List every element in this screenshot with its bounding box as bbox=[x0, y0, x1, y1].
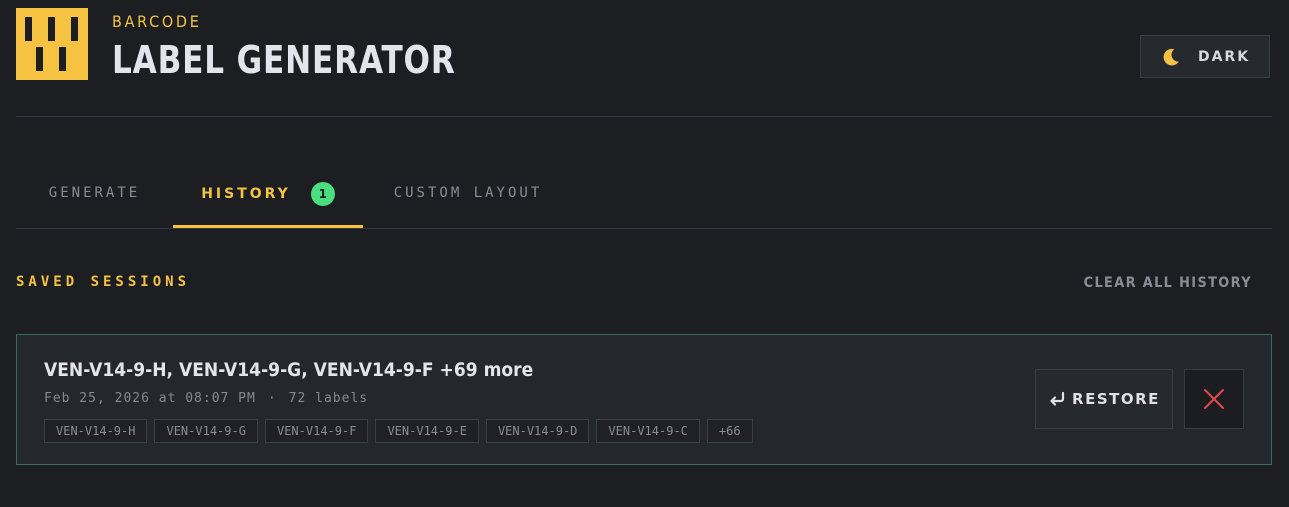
session-card: VEN-V14-9-H, VEN-V14-9-G, VEN-V14-9-F +6… bbox=[16, 334, 1272, 465]
label-chip: VEN-V14-9-E bbox=[375, 419, 479, 443]
barcode-logo-icon bbox=[16, 8, 88, 80]
tab-generate[interactable]: GENERATE bbox=[16, 160, 173, 226]
tab-label: HISTORY bbox=[201, 186, 291, 202]
more-labels-chip: +66 bbox=[706, 419, 753, 443]
theme-toggle-label: DARK bbox=[1197, 48, 1251, 65]
brand-title: LABEL GENERATOR bbox=[112, 38, 456, 82]
section-title: SAVED SESSIONS bbox=[16, 274, 191, 290]
tab-label: GENERATE bbox=[48, 185, 141, 201]
tab-bar: GENERATE HISTORY 1 CUSTOM LAYOUT bbox=[16, 160, 1272, 229]
tab-history[interactable]: HISTORY 1 bbox=[173, 160, 363, 228]
return-arrow-icon bbox=[1050, 391, 1065, 406]
close-icon bbox=[1204, 389, 1224, 409]
tab-label: CUSTOM LAYOUT bbox=[393, 185, 543, 201]
tab-custom-layout[interactable]: CUSTOM LAYOUT bbox=[378, 160, 558, 226]
label-chip: VEN-V14-9-F bbox=[264, 419, 369, 443]
restore-label: RESTORE bbox=[1072, 390, 1160, 408]
session-chip-list: VEN-V14-9-H VEN-V14-9-G VEN-V14-9-F VEN-… bbox=[44, 419, 753, 443]
meta-separator: · bbox=[267, 391, 277, 406]
session-title: VEN-V14-9-H, VEN-V14-9-G, VEN-V14-9-F +6… bbox=[44, 359, 534, 381]
label-chip: VEN-V14-9-H bbox=[44, 419, 148, 443]
label-chip: VEN-V14-9-C bbox=[596, 419, 700, 443]
session-meta: Feb 25, 2026 at 08:07 PM · 72 labels bbox=[44, 391, 368, 406]
label-chip: VEN-V14-9-D bbox=[485, 419, 590, 443]
clear-all-history-button[interactable]: CLEAR ALL HISTORY bbox=[1084, 275, 1252, 291]
delete-session-button[interactable] bbox=[1184, 369, 1244, 429]
label-chip: VEN-V14-9-G bbox=[154, 419, 258, 443]
session-label-count: 72 labels bbox=[288, 391, 369, 406]
session-date: Feb 25, 2026 at 08:07 PM bbox=[44, 391, 256, 406]
restore-button[interactable]: RESTORE bbox=[1035, 369, 1173, 429]
theme-toggle-button[interactable]: DARK bbox=[1140, 35, 1270, 78]
history-count-badge: 1 bbox=[310, 182, 335, 206]
brand-subtitle: BARCODE bbox=[112, 12, 202, 31]
app-header: BARCODE LABEL GENERATOR DARK bbox=[16, 8, 1272, 117]
moon-icon bbox=[1163, 48, 1179, 65]
